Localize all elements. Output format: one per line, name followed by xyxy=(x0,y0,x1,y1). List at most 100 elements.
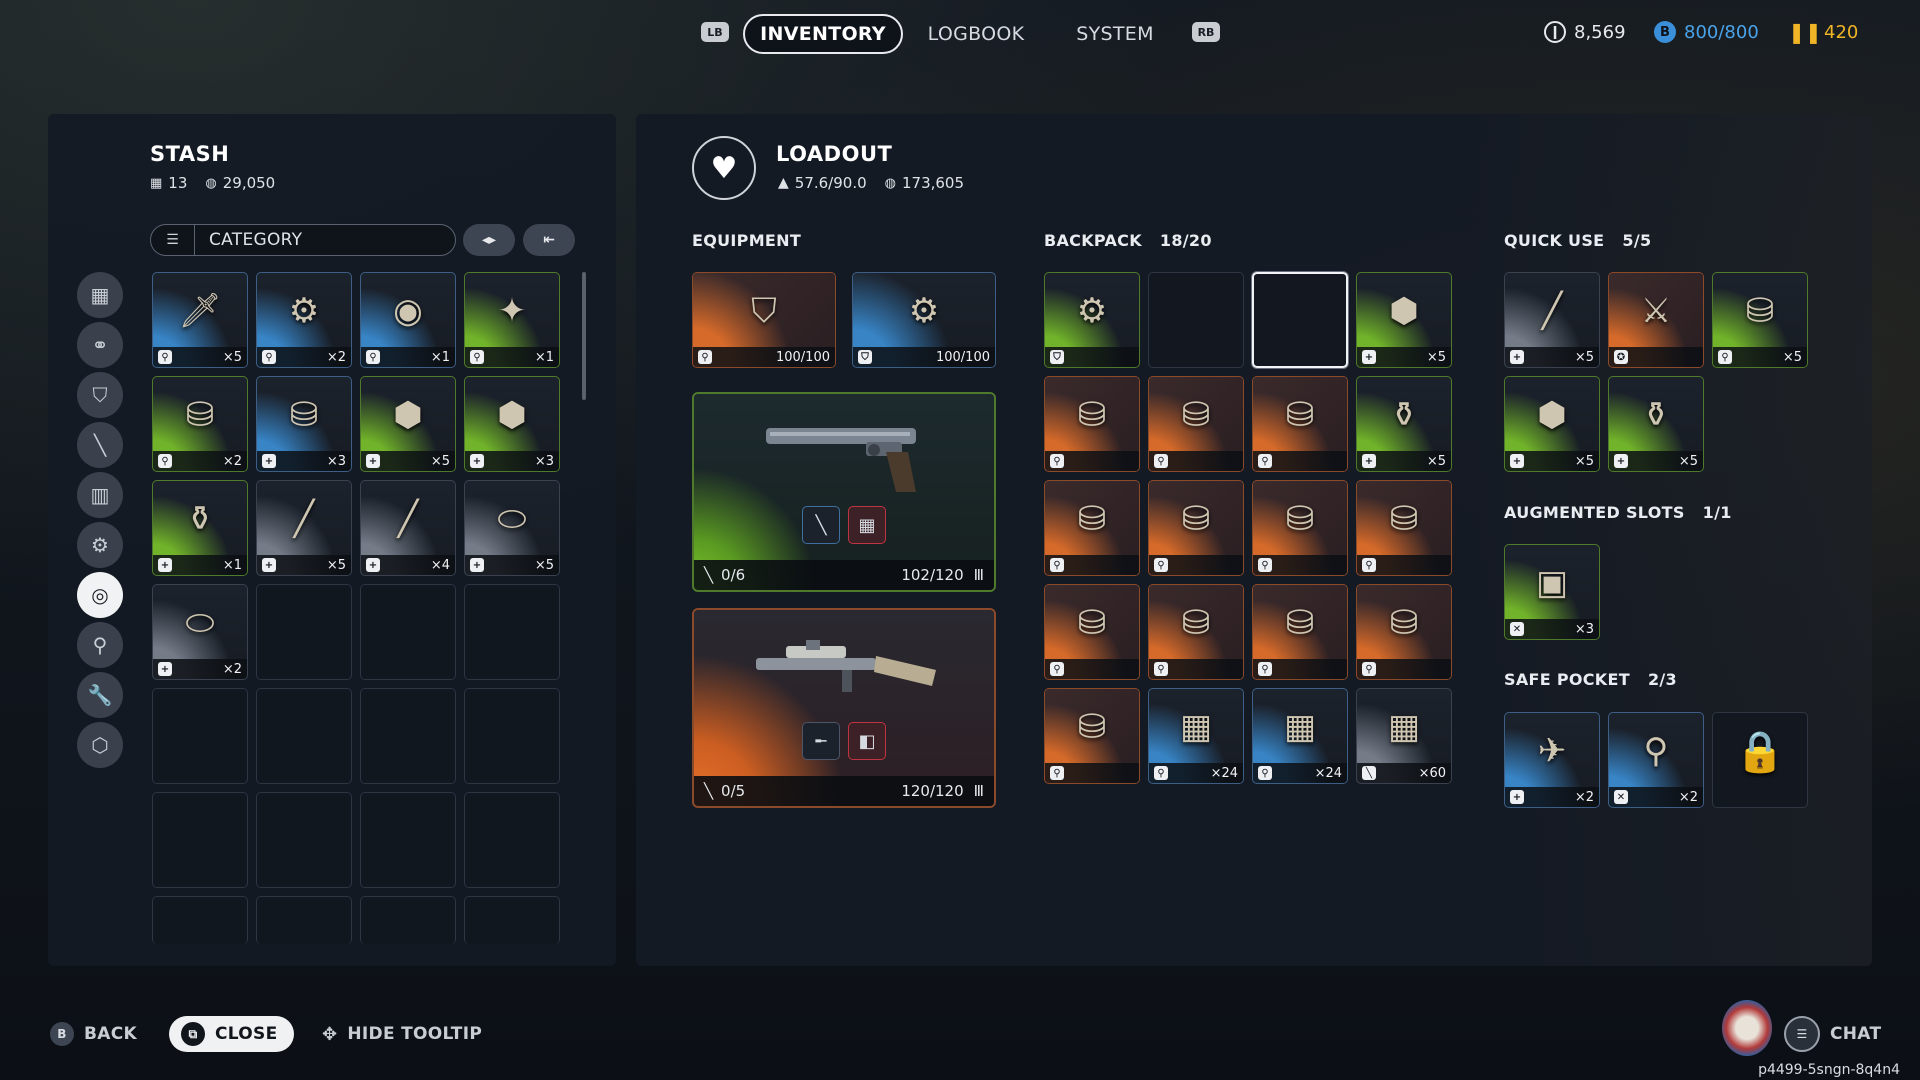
stash-empty-slot[interactable] xyxy=(360,896,456,944)
stash-item-slot[interactable]: ╱ + ×4 xyxy=(360,480,456,576)
item-icon: ⚙ xyxy=(288,291,320,331)
category-misc-icon[interactable]: ⬡ xyxy=(77,722,123,768)
tab-logbook[interactable]: LOGBOOK xyxy=(920,14,1032,54)
stash-item-slot[interactable]: ⛁ ⚲ ×2 xyxy=(152,376,248,472)
safe-pocket-locked-slot[interactable]: 🔒 xyxy=(1712,712,1808,808)
quick-use-slot[interactable]: ⬢ + ×5 xyxy=(1504,376,1600,472)
stash-item-slot[interactable]: ⬢ + ×5 xyxy=(360,376,456,472)
backpack-item-slot[interactable]: ⬢ + ×5 xyxy=(1356,272,1452,368)
lb-bumper-icon[interactable]: LB xyxy=(701,22,729,42)
backpack-item-slot[interactable]: ▦ ⚲ ×24 xyxy=(1252,688,1348,784)
stash-empty-slot[interactable] xyxy=(360,792,456,888)
stash-empty-slot[interactable] xyxy=(256,896,352,944)
backpack-item-slot[interactable]: ⛁ ⚲ xyxy=(1044,688,1140,784)
sort-button[interactable]: ◂▸ xyxy=(463,224,515,256)
stash-scrollbar[interactable] xyxy=(582,272,586,400)
backpack-item-slot[interactable]: ⚱ + ×5 xyxy=(1356,376,1452,472)
stash-item-slot[interactable]: ✦ ⚲ ×1 xyxy=(464,272,560,368)
tab-system[interactable]: SYSTEM xyxy=(1060,14,1170,54)
safe-pocket-slot[interactable]: ⚲ ✕ ×2 xyxy=(1608,712,1704,808)
category-shields-icon[interactable]: ⛉ xyxy=(77,372,123,418)
stash-empty-slot[interactable] xyxy=(464,584,560,680)
stash-empty-slot[interactable] xyxy=(360,584,456,680)
item-type-icon: ⚲ xyxy=(470,350,484,364)
stash-empty-slot[interactable] xyxy=(152,896,248,944)
stash-empty-slot[interactable] xyxy=(152,792,248,888)
backpack-item-slot[interactable]: ⛁ ⚲ xyxy=(1148,584,1244,680)
tab-inventory[interactable]: INVENTORY xyxy=(743,14,903,54)
weapon-mod-slot-1[interactable]: ╾ xyxy=(802,722,840,760)
primary-weapon-ammo: 102/120 xyxy=(901,566,964,584)
stash-empty-slot[interactable] xyxy=(256,584,352,680)
category-mods-icon[interactable]: ⚙ xyxy=(77,522,123,568)
stash-item-slot[interactable]: ⚱ + ×1 xyxy=(152,480,248,576)
category-tools-icon[interactable]: 🔧 xyxy=(77,672,123,718)
backpack-item-slot[interactable]: ⛁ ⚲ xyxy=(1252,480,1348,576)
category-filter[interactable]: ☰ CATEGORY xyxy=(150,224,456,256)
category-gadgets-icon[interactable]: ⚲ xyxy=(77,622,123,668)
stash-empty-slot[interactable] xyxy=(152,688,248,784)
backpack-item-slot[interactable]: ⛁ ⚲ xyxy=(1252,376,1348,472)
rb-bumper-icon[interactable]: RB xyxy=(1192,22,1220,42)
hide-tooltip-hint[interactable]: ✥ HIDE TOOLTIP xyxy=(322,1016,482,1052)
stash-item-slot[interactable]: ⬭ + ×2 xyxy=(152,584,248,680)
secondary-weapon-slot[interactable]: ╾ ◧ ╲ 0/5 120/120 Ⅲ xyxy=(692,608,996,808)
backpack-item-slot[interactable]: ⛁ ⚲ xyxy=(1044,480,1140,576)
item-icon: ⬢ xyxy=(1537,395,1567,435)
backpack-item-slot[interactable]: ⛁ ⚲ xyxy=(1252,584,1348,680)
category-weapons-icon[interactable]: ╲ xyxy=(77,422,123,468)
stash-item-slot[interactable]: ⬭ + ×5 xyxy=(464,480,560,576)
stash-empty-slot[interactable] xyxy=(464,688,560,784)
augmented-slot[interactable]: ▣ ✕ ×3 xyxy=(1504,544,1600,640)
stash-item-slot[interactable]: ╱ + ×5 xyxy=(256,480,352,576)
safe-pocket-slot[interactable]: ✈ + ×2 xyxy=(1504,712,1600,808)
backpack-item-slot[interactable]: ⚙ ⛉ xyxy=(1044,272,1140,368)
weapon-mod-slot-2[interactable]: ◧ xyxy=(848,722,886,760)
quick-use-slot[interactable]: ╱ + ×5 xyxy=(1504,272,1600,368)
backpack-item-slot[interactable]: ⛁ ⚲ xyxy=(1148,480,1244,576)
backpack-empty-slot[interactable] xyxy=(1252,272,1348,368)
category-ammo-icon[interactable]: ▥ xyxy=(77,472,123,518)
weapon-mod-slot-1[interactable]: ╲ xyxy=(802,506,840,544)
quick-use-slot[interactable]: ⚔ ✪ xyxy=(1608,272,1704,368)
backpack-empty-slot[interactable] xyxy=(1148,272,1244,368)
stash-empty-slot[interactable] xyxy=(256,688,352,784)
category-all-icon[interactable]: ▦ xyxy=(77,272,123,318)
transfer-button[interactable]: ⇤ xyxy=(523,224,575,256)
shield-equipment-slot[interactable]: ⚙ ⛉ 100/100 xyxy=(852,272,996,368)
backpack-item-slot[interactable]: ⛁ ⚲ xyxy=(1356,584,1452,680)
item-icon: ⛁ xyxy=(1181,395,1211,435)
item-quantity: ×2 xyxy=(1678,789,1698,805)
backpack-item-slot[interactable]: ▦ ⚲ ×24 xyxy=(1148,688,1244,784)
item-quantity: ×5 xyxy=(1574,453,1594,469)
stash-item-slot[interactable]: 🗡 ⚲ ×5 xyxy=(152,272,248,368)
backpack-item-slot[interactable]: ▦ ╲ ×60 xyxy=(1356,688,1452,784)
weapon-mod-slot-2[interactable]: ▦ xyxy=(848,506,886,544)
backpack-item-slot[interactable]: ⛁ ⚲ xyxy=(1044,376,1140,472)
augment-equipment-slot[interactable]: ⛉ ⚲ 100/100 xyxy=(692,272,836,368)
item-type-icon: + xyxy=(158,558,172,572)
item-icon: ⬢ xyxy=(393,395,423,435)
item-quantity: ×2 xyxy=(222,453,242,469)
primary-weapon-slot[interactable]: ╲ ▦ ╲ 0/6 102/120 Ⅲ xyxy=(692,392,996,592)
stash-item-slot[interactable]: ◉ ⚲ ×1 xyxy=(360,272,456,368)
view-button-icon: ⧉ xyxy=(181,1022,205,1046)
stash-item-slot[interactable]: ⛁ + ×3 xyxy=(256,376,352,472)
quick-use-slot[interactable]: ⚱ + ×5 xyxy=(1608,376,1704,472)
category-materials-icon[interactable]: ⚭ xyxy=(77,322,123,368)
backpack-item-slot[interactable]: ⛁ ⚲ xyxy=(1044,584,1140,680)
stash-empty-slot[interactable] xyxy=(464,896,560,944)
stash-item-slot[interactable]: ⚙ ⚲ ×2 xyxy=(256,272,352,368)
close-button[interactable]: ⧉ CLOSE xyxy=(169,1016,294,1052)
backpack-item-slot[interactable]: ⛁ ⚲ xyxy=(1356,480,1452,576)
player-avatar[interactable] xyxy=(1722,1000,1772,1056)
stash-item-slot[interactable]: ⬢ + ×3 xyxy=(464,376,560,472)
category-consumables-icon[interactable]: ◎ xyxy=(77,572,123,618)
quick-use-slot[interactable]: ⛁ ⚲ ×5 xyxy=(1712,272,1808,368)
back-hint[interactable]: B BACK xyxy=(50,1016,137,1052)
stash-empty-slot[interactable] xyxy=(256,792,352,888)
stash-empty-slot[interactable] xyxy=(464,792,560,888)
stash-empty-slot[interactable] xyxy=(360,688,456,784)
chat-hint[interactable]: ☰ CHAT xyxy=(1784,1016,1881,1052)
backpack-item-slot[interactable]: ⛁ ⚲ xyxy=(1148,376,1244,472)
